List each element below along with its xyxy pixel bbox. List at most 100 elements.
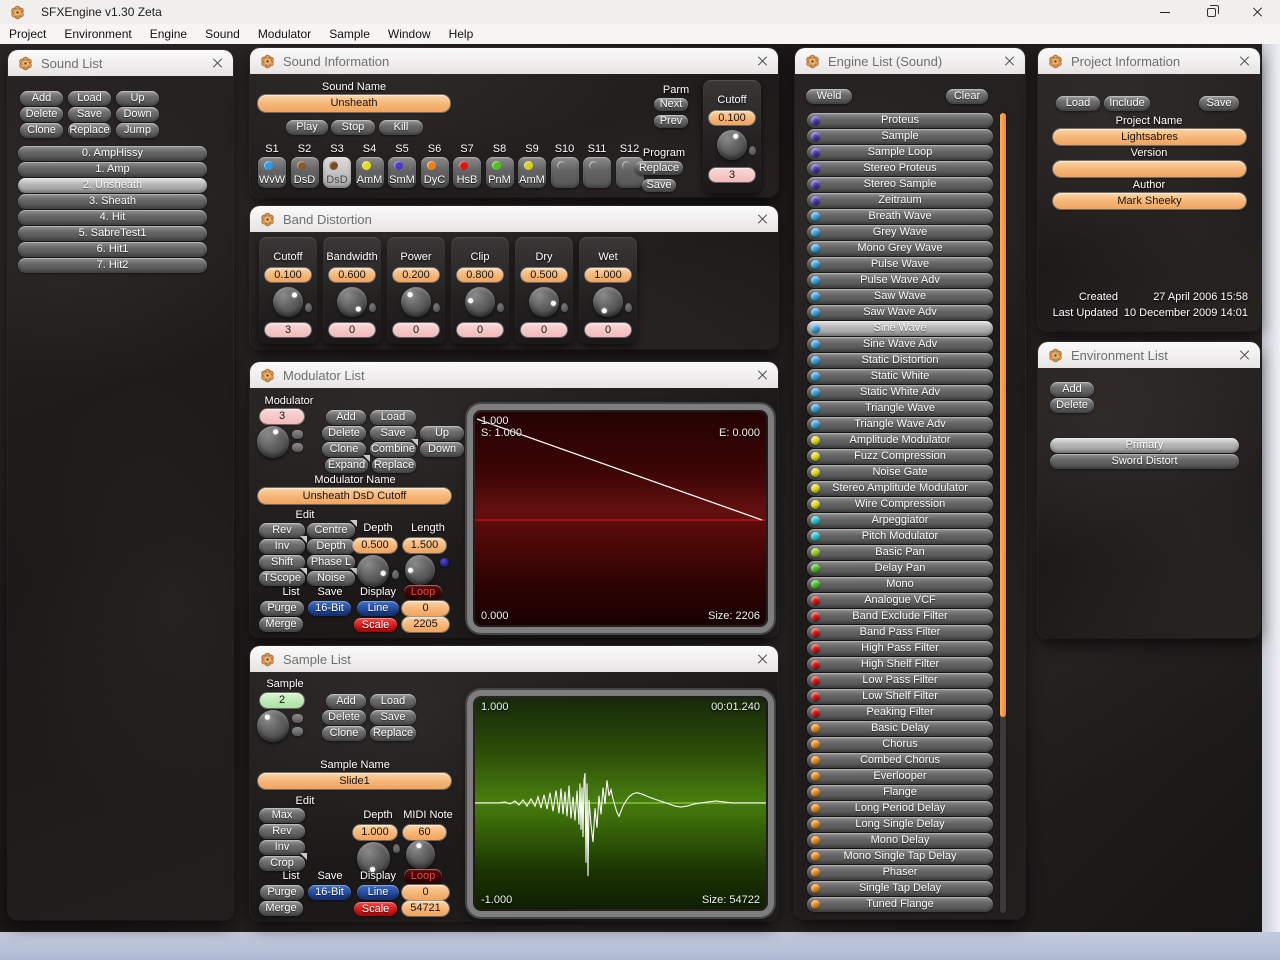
project-load-button[interactable]: Load	[1056, 96, 1100, 111]
nudge-up-button[interactable]	[292, 430, 303, 439]
inv-button[interactable]: Inv	[259, 539, 305, 554]
close-icon[interactable]	[1238, 349, 1250, 361]
knob-value-field[interactable]: 0.800	[457, 268, 503, 282]
depth-value-field[interactable]: 1.000	[353, 825, 397, 840]
menu-item[interactable]: Modulator	[249, 24, 320, 44]
panel-titlebar[interactable]: Engine List (Sound)	[795, 48, 1025, 74]
sound-list-action-button[interactable]: Jump	[116, 123, 159, 138]
engine-list-item[interactable]: Saw Wave	[807, 289, 993, 304]
engine-list-item[interactable]: Stereo Proteus	[807, 161, 993, 176]
sound-name-field[interactable]: Unsheath	[258, 95, 450, 112]
menu-item[interactable]: Project	[0, 24, 55, 44]
engine-list-item[interactable]: Band Exclude Filter	[807, 609, 993, 624]
sound-list-action-button[interactable]: Load	[68, 91, 111, 106]
bit16-button[interactable]: 16-Bit	[308, 601, 351, 616]
knob-value-field[interactable]: 0.200	[393, 268, 439, 282]
engine-list-item[interactable]: High Shelf Filter	[807, 657, 993, 672]
knob[interactable]	[273, 287, 303, 317]
panel-titlebar[interactable]: Sound Information	[250, 48, 778, 74]
engine-list-item[interactable]: Single Tap Delay	[807, 881, 993, 896]
panel-titlebar[interactable]: Environment List	[1038, 342, 1260, 368]
project-name-field[interactable]: Lightsabres	[1053, 129, 1246, 145]
slot-button[interactable]: WvW	[258, 157, 286, 188]
project-save-button[interactable]: Save	[1199, 96, 1239, 111]
knob-step-field[interactable]: 0	[329, 323, 375, 337]
purge-button[interactable]: Purge	[260, 885, 304, 900]
knob[interactable]	[465, 287, 495, 317]
knob[interactable]	[529, 287, 559, 317]
close-icon[interactable]	[756, 653, 768, 665]
sample-name-field[interactable]: Slide1	[258, 773, 451, 789]
close-button[interactable]	[1234, 0, 1280, 24]
merge-button[interactable]: Merge	[259, 617, 303, 632]
engine-list-item[interactable]: Band Pass Filter	[807, 625, 993, 640]
engine-list-item[interactable]: Everlooper	[807, 769, 993, 784]
sound-list-action-button[interactable]: Add	[20, 91, 63, 106]
depth-knob[interactable]	[357, 555, 389, 587]
environment-delete-button[interactable]: Delete	[1050, 398, 1094, 413]
knob[interactable]	[337, 287, 367, 317]
menu-item[interactable]: Sound	[196, 24, 249, 44]
modulator-save-button[interactable]: Save	[370, 426, 416, 441]
close-icon[interactable]	[756, 213, 768, 225]
crop-button[interactable]: Crop	[259, 856, 305, 871]
midi-note-field[interactable]: 60	[403, 825, 446, 840]
sound-list-item[interactable]: 4. Hit	[18, 210, 207, 225]
engine-list-item[interactable]: Static White Adv	[807, 385, 993, 400]
knob-step-field[interactable]: 0	[585, 323, 631, 337]
scale-button[interactable]: Scale	[354, 618, 397, 632]
nudge-down-button[interactable]	[292, 727, 303, 736]
sample-replace-button[interactable]: Replace	[370, 726, 416, 741]
engine-list-item[interactable]: Proteus	[807, 113, 993, 128]
engine-list-item[interactable]: Long Single Delay	[807, 817, 993, 832]
knob-step-field[interactable]: 3	[265, 323, 311, 337]
sample-index-knob[interactable]	[257, 710, 289, 742]
nudge-up-button[interactable]	[292, 714, 303, 723]
engine-list-item[interactable]: Saw Wave Adv	[807, 305, 993, 320]
engine-list-item[interactable]: Static Distortion	[807, 353, 993, 368]
environment-list-item[interactable]: Primary	[1050, 438, 1239, 453]
modulator-index-knob[interactable]	[257, 426, 289, 458]
engine-list-item[interactable]: Pulse Wave Adv	[807, 273, 993, 288]
knob-value-field[interactable]: 0.500	[521, 268, 567, 282]
depth-value-field[interactable]: 0.500	[353, 538, 397, 553]
sound-list-action-button[interactable]: Replace	[68, 123, 111, 138]
sample-delete-button[interactable]: Delete	[322, 710, 366, 725]
weld-button[interactable]: Weld	[806, 89, 852, 104]
loop-start-field[interactable]: 0	[402, 885, 449, 900]
engine-list-item[interactable]: Stereo Sample	[807, 177, 993, 192]
close-icon[interactable]	[1003, 55, 1015, 67]
slot-button[interactable]: AmM	[518, 157, 546, 188]
engine-list-item[interactable]: Flange	[807, 785, 993, 800]
purge-button[interactable]: Purge	[260, 601, 304, 616]
engine-list-item[interactable]: Low Pass Filter	[807, 673, 993, 688]
engine-list-item[interactable]: Basic Delay	[807, 721, 993, 736]
phase-l-button[interactable]: Phase L	[307, 555, 355, 570]
right-scrollbar[interactable]	[1262, 44, 1280, 932]
parm-prev-button[interactable]: Prev	[654, 115, 688, 128]
clear-button[interactable]: Clear	[946, 89, 988, 104]
version-field[interactable]	[1053, 161, 1246, 177]
sound-list-item[interactable]: 0. AmpHissy	[18, 146, 207, 161]
max-button[interactable]: Max	[259, 808, 305, 823]
param-value-field[interactable]: 0.100	[709, 111, 755, 125]
param-step-field[interactable]: 3	[709, 168, 755, 182]
panel-titlebar[interactable]: Sample List	[250, 646, 778, 672]
sample-scope[interactable]: 1.000 00:01.240 -1.000 Size: 54722	[467, 690, 774, 917]
length-knob[interactable]	[405, 555, 435, 585]
engine-list-item[interactable]: Fuzz Compression	[807, 449, 993, 464]
menu-item[interactable]: Engine	[141, 24, 196, 44]
engine-list-item[interactable]: Long Period Delay	[807, 801, 993, 816]
knob-step-field[interactable]: 0	[457, 323, 503, 337]
slot-button[interactable]: AmM	[356, 157, 384, 188]
modulator-index-field[interactable]: 3	[260, 409, 304, 424]
sound-list-item[interactable]: 7. Hit2	[18, 258, 207, 273]
engine-list-item[interactable]: Grey Wave	[807, 225, 993, 240]
knob[interactable]	[593, 287, 623, 317]
sample-add-button[interactable]: Add	[326, 694, 366, 709]
rev-button[interactable]: Rev	[259, 523, 305, 538]
play-button[interactable]: Play	[286, 120, 328, 135]
centre-button[interactable]: Centre	[307, 523, 355, 538]
rev-button[interactable]: Rev	[259, 824, 305, 839]
engine-list-item[interactable]: Mono	[807, 577, 993, 592]
